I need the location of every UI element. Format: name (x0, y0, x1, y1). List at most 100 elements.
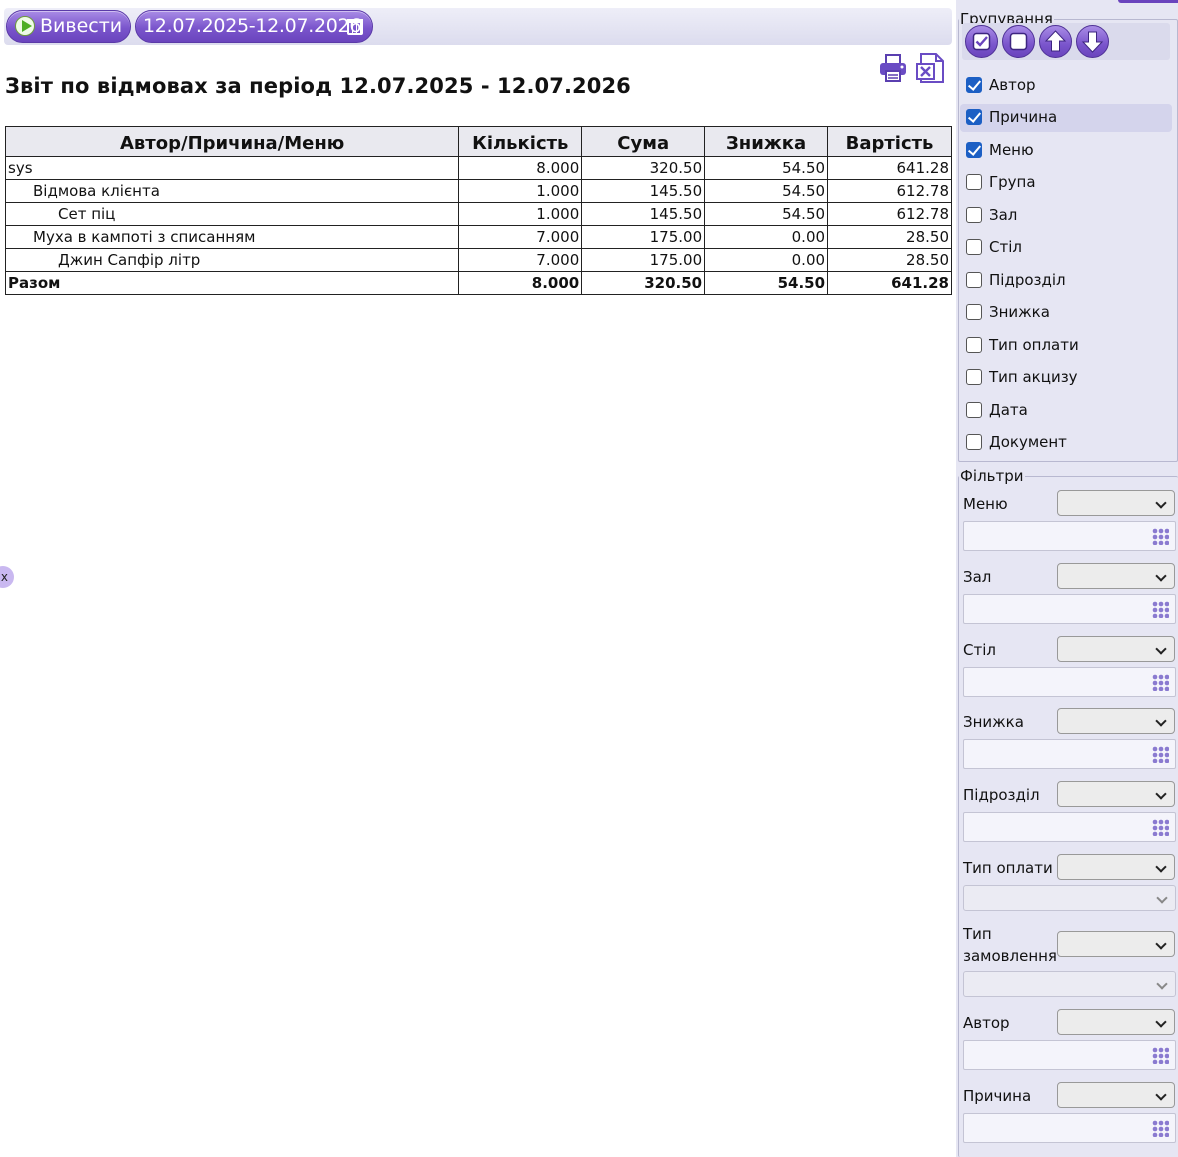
total-label: Разом (4, 271, 460, 295)
filter-label-author: Автор (963, 1014, 1010, 1032)
group-option-hall[interactable]: Зал (960, 202, 1172, 230)
column-header: Знижка (704, 126, 829, 157)
calendar-icon (347, 19, 363, 35)
filter-table-input[interactable] (963, 667, 1176, 697)
row-qty: 7.000 (458, 248, 583, 272)
filter-hall-input[interactable] (963, 594, 1176, 624)
filter-reason-input[interactable] (963, 1113, 1176, 1143)
date-range-label: 12.07.2025-12.07.2026 (143, 15, 362, 37)
grid-picker-icon[interactable] (1152, 528, 1169, 545)
grid-picker-icon[interactable] (1152, 1120, 1169, 1137)
grid-picker-icon[interactable] (1152, 819, 1169, 836)
filter-author-input[interactable] (963, 1040, 1176, 1070)
group-option-menu[interactable]: Меню (960, 137, 1172, 165)
group-option-discount[interactable]: Знижка (960, 299, 1172, 327)
filter-label-menu: Меню (963, 495, 1008, 513)
filter-label-hall: Зал (963, 568, 992, 586)
grid-picker-icon[interactable] (1152, 1047, 1169, 1064)
checkbox[interactable] (966, 402, 982, 418)
deselect-all-button[interactable] (1002, 25, 1035, 58)
filter-payment-type-mode-select[interactable] (1057, 854, 1175, 880)
group-option-group[interactable]: Група (960, 169, 1172, 197)
checkbox[interactable] (966, 434, 982, 450)
checkbox[interactable] (966, 109, 982, 125)
panel-accent (1118, 0, 1178, 3)
filter-reason-mode-select[interactable] (1057, 1082, 1175, 1108)
row-name: Сет піц (4, 202, 460, 226)
group-option-author[interactable]: Автор (960, 72, 1172, 100)
filter-hall-mode-select[interactable] (1057, 563, 1175, 589)
table-header-row: Автор/Причина/Меню Кількість Сума Знижка… (4, 126, 952, 157)
table-row: Муха в кампоті з списанням 7.000 175.00 … (4, 225, 952, 249)
filter-order-type-mode-select[interactable] (1057, 931, 1175, 957)
group-option-table[interactable]: Стіл (960, 234, 1172, 262)
checkbox[interactable] (966, 337, 982, 353)
move-up-button[interactable] (1039, 25, 1072, 58)
column-header: Кількість (458, 126, 583, 157)
group-option-label: Тип акцизу (989, 368, 1078, 386)
print-icon[interactable] (877, 52, 909, 84)
arrow-down-icon (1077, 26, 1108, 57)
filter-order-type-combo[interactable] (963, 971, 1176, 997)
arrow-up-icon (1040, 26, 1071, 57)
group-option-date[interactable]: Дата (960, 397, 1172, 425)
group-option-label: Знижка (989, 303, 1050, 321)
collapse-panel-button[interactable]: x (0, 566, 14, 588)
group-option-label: Зал (989, 206, 1018, 224)
row-name: sys (4, 156, 460, 180)
filter-author-mode-select[interactable] (1057, 1009, 1175, 1035)
checkbox[interactable] (966, 272, 982, 288)
grouping-toolbar (962, 23, 1170, 60)
total-row: Разом 8.000 320.50 54.50 641.28 (4, 271, 952, 295)
row-sum: 145.50 (581, 179, 706, 203)
filter-discount-input[interactable] (963, 739, 1176, 769)
filter-table-mode-select[interactable] (1057, 636, 1175, 662)
checkbox[interactable] (966, 77, 982, 93)
total-sum: 320.50 (581, 271, 706, 295)
total-cost: 641.28 (827, 271, 952, 295)
toolbar: Вивести 12.07.2025-12.07.2026 (4, 8, 952, 45)
group-option-payment-type[interactable]: Тип оплати (960, 332, 1172, 360)
group-option-reason[interactable]: Причина (960, 104, 1172, 132)
checkbox[interactable] (966, 369, 982, 385)
grid-picker-icon[interactable] (1152, 674, 1169, 691)
filters-legend: Фільтри (960, 467, 1024, 485)
filter-department-mode-select[interactable] (1057, 781, 1175, 807)
group-option-excise-type[interactable]: Тип акцизу (960, 364, 1172, 392)
checkbox[interactable] (966, 239, 982, 255)
group-option-department[interactable]: Підрозділ (960, 267, 1172, 295)
row-discount: 54.50 (704, 202, 829, 226)
checkbox[interactable] (966, 207, 982, 223)
run-button[interactable]: Вивести (6, 10, 131, 43)
filter-menu-input[interactable] (963, 521, 1176, 551)
table-row: Сет піц 1.000 145.50 54.50 612.78 (4, 202, 952, 226)
checkbox[interactable] (966, 174, 982, 190)
row-qty: 1.000 (458, 179, 583, 203)
row-cost: 28.50 (827, 248, 952, 272)
total-discount: 54.50 (704, 271, 829, 295)
grid-picker-icon[interactable] (1152, 601, 1169, 618)
total-qty: 8.000 (458, 271, 583, 295)
date-range-button[interactable]: 12.07.2025-12.07.2026 (135, 10, 373, 43)
row-sum: 320.50 (581, 156, 706, 180)
row-discount: 54.50 (704, 179, 829, 203)
check-all-icon (966, 26, 997, 57)
filter-label-payment-type: Тип оплати (963, 859, 1053, 877)
filter-menu-mode-select[interactable] (1057, 490, 1175, 516)
group-option-document[interactable]: Документ (960, 429, 1172, 457)
group-option-label: Причина (989, 108, 1058, 126)
filter-label-table: Стіл (963, 641, 996, 659)
group-option-label: Меню (989, 141, 1034, 159)
select-all-button[interactable] (965, 25, 998, 58)
filter-department-input[interactable] (963, 812, 1176, 842)
filter-payment-type-combo[interactable] (963, 885, 1176, 911)
row-sum: 145.50 (581, 202, 706, 226)
grid-picker-icon[interactable] (1152, 746, 1169, 763)
excel-export-icon[interactable] (915, 52, 947, 84)
checkbox[interactable] (966, 142, 982, 158)
move-down-button[interactable] (1076, 25, 1109, 58)
row-qty: 8.000 (458, 156, 583, 180)
row-qty: 1.000 (458, 202, 583, 226)
checkbox[interactable] (966, 304, 982, 320)
filter-discount-mode-select[interactable] (1057, 708, 1175, 734)
